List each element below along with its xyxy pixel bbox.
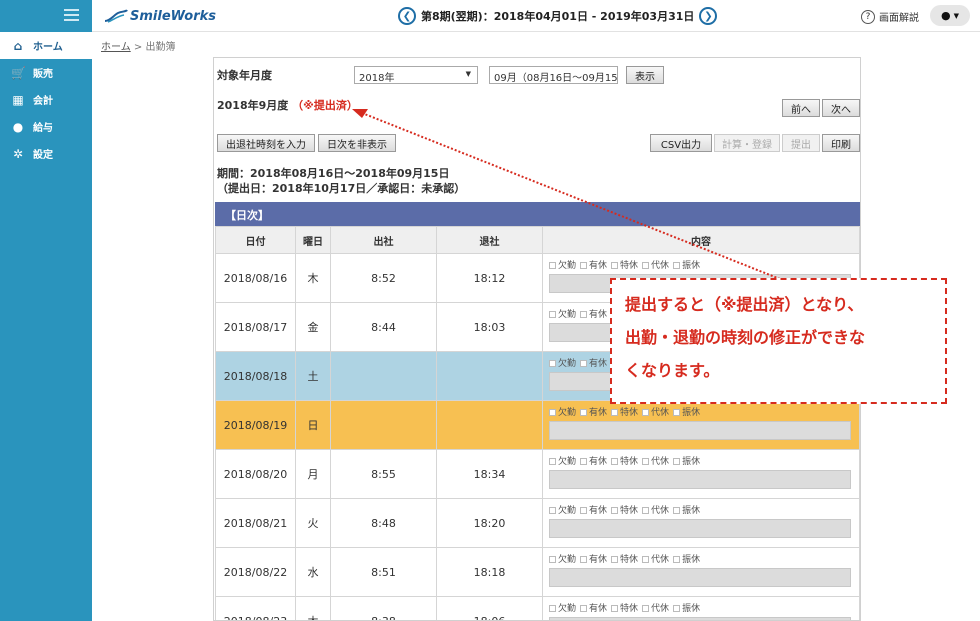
- callout-line: 出勤・退勤の時刻の修正ができな: [625, 328, 866, 347]
- callout-line: くなります。: [625, 361, 720, 380]
- annotation-callout: 提出すると（※提出済）となり、 出勤・退勤の時刻の修正ができな くなります。: [610, 278, 947, 404]
- callout-line: 提出すると（※提出済）となり、: [625, 295, 864, 314]
